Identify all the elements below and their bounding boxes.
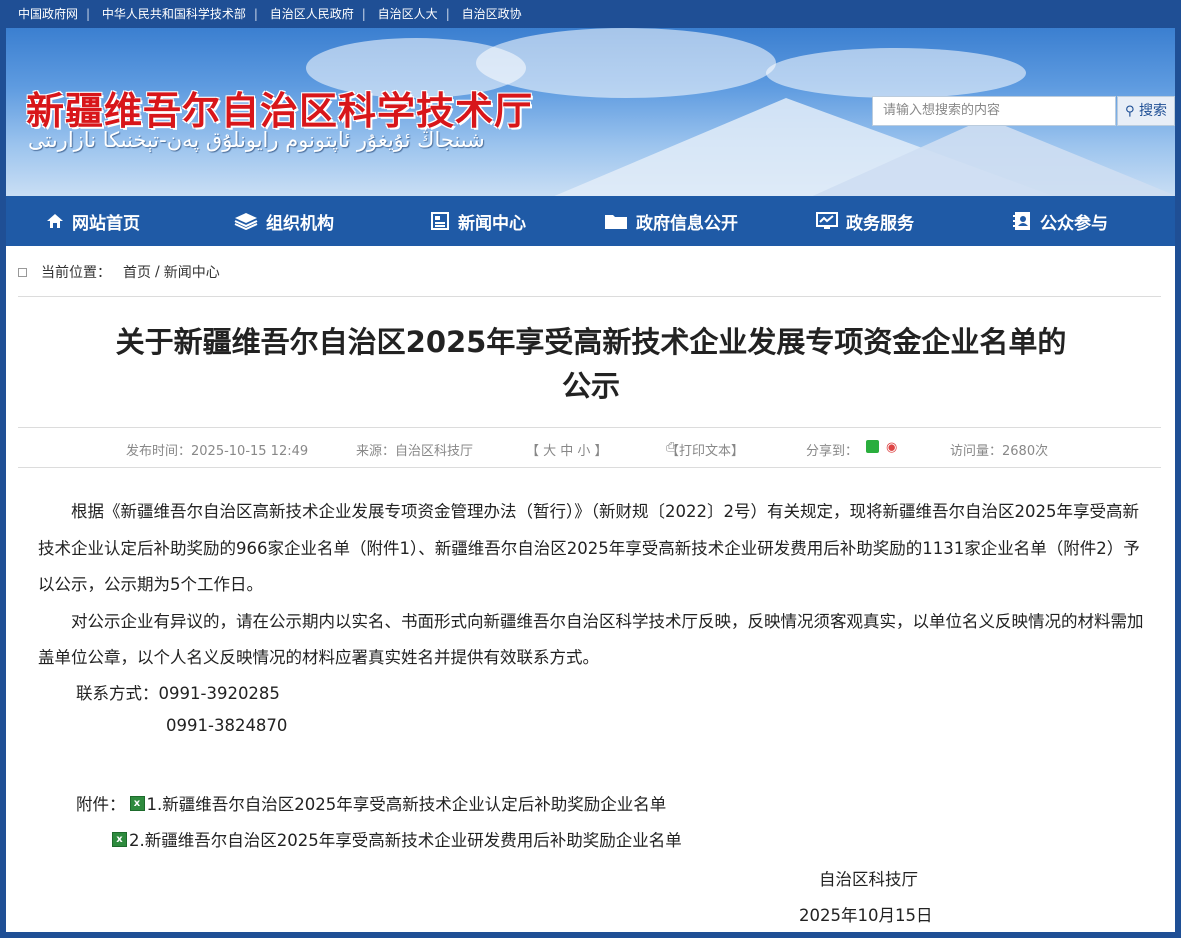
home-icon: [47, 214, 63, 228]
folder-icon: [605, 215, 627, 229]
weibo-share-icon[interactable]: ◉: [886, 440, 897, 455]
attachment-row-1: 附件： x 1.新疆维吾尔自治区2025年享受高新技术企业认定后补助奖励企业名单: [76, 791, 666, 815]
nav-label: 网站首页: [72, 213, 140, 234]
monitor-icon: [816, 212, 838, 229]
search-button-label: 搜索: [1138, 103, 1167, 119]
contact-book-icon: [1013, 212, 1030, 230]
nav-label: 组织机构: [266, 213, 334, 234]
nav-label: 政府信息公开: [636, 213, 738, 234]
attachment-row-2: x 2.新疆维吾尔自治区2025年享受高新技术企业研发费用后补助奖励企业名单: [112, 827, 682, 851]
site-title[interactable]: 新疆维吾尔自治区科学技术厅: [26, 80, 533, 135]
nav-item-news[interactable]: 新闻中心: [430, 196, 526, 246]
breadcrumb-home-link[interactable]: 首页: [123, 262, 151, 282]
publish-time: 发布时间：2025-10-15 12:49: [126, 444, 309, 459]
font-size-switcher[interactable]: 【 大 中 小 】: [526, 440, 608, 459]
share-label: 分享到：: [806, 444, 859, 459]
signature-date: 2025年10月15日: [799, 906, 933, 925]
main-nav: 网站首页 组织机构 新闻中心 政府信息公开 政务服务 公众参与: [6, 196, 1175, 246]
article-source: 来源：自治区科技厅: [356, 444, 474, 459]
divider: [18, 296, 1161, 297]
search-icon: ⚲: [1125, 104, 1135, 119]
nav-item-participation[interactable]: 公众参与: [1012, 196, 1108, 246]
divider: [18, 467, 1161, 468]
nav-item-gov-info[interactable]: 政府信息公开: [604, 196, 738, 246]
divider: [18, 427, 1161, 428]
top-link-gov[interactable]: 中国政府网: [18, 7, 78, 21]
header-banner: 新疆维吾尔自治区科学技术厅 شىنجاڭ ئۇيغۇر ئاپتونوم راي…: [6, 28, 1175, 196]
contact-label: 联系方式：: [76, 684, 159, 703]
banner-cloud: [766, 48, 1026, 98]
attachment-link-1[interactable]: 1.新疆维吾尔自治区2025年享受高新技术企业认定后补助奖励企业名单: [147, 791, 667, 815]
breadcrumb: 当前位置： 首页 / 新闻中心: [18, 262, 220, 282]
top-link-bar: 中国政府网 | 中华人民共和国科学技术部 | 自治区人民政府 | 自治区人大 | 自治区…: [6, 0, 1175, 28]
top-link-region-gov[interactable]: 自治区人民政府: [270, 7, 354, 21]
layers-icon: [234, 213, 258, 230]
breadcrumb-current-link[interactable]: 新闻中心: [164, 262, 220, 282]
attachment-label: 附件：: [76, 795, 126, 814]
excel-file-icon: x: [129, 795, 145, 811]
search-input[interactable]: 请输入想搜索的内容: [872, 96, 1116, 126]
signature-org: 自治区科技厅: [819, 870, 918, 889]
top-link-region-cppcc[interactable]: 自治区政协: [462, 7, 522, 21]
breadcrumb-marker-icon: [18, 267, 27, 277]
contact-line: 联系方式：0991-3920285: [76, 680, 280, 704]
nav-label: 政务服务: [846, 213, 914, 234]
search-button[interactable]: ⚲ 搜索: [1117, 96, 1175, 126]
paragraph: 根据《新疆维吾尔自治区高新技术企业发展专项资金管理办法（暂行）》（新财规〔202…: [38, 502, 1140, 594]
nav-item-home[interactable]: 网站首页: [46, 196, 140, 246]
nav-label: 新闻中心: [458, 213, 526, 234]
article-title-line: 关于新疆维吾尔自治区2025年享受高新技术企业发展专项资金企业名单的: [115, 325, 1067, 359]
phone-number: 0991-3920285: [158, 684, 280, 703]
article-title: 关于新疆维吾尔自治区2025年享受高新技术企业发展专项资金企业名单的 公示: [46, 320, 1136, 408]
nav-item-organization[interactable]: 组织机构: [234, 196, 334, 246]
top-link-most[interactable]: 中华人民共和国科学技术部: [102, 7, 246, 21]
article-body: 根据《新疆维吾尔自治区高新技术企业发展专项资金管理办法（暂行）》（新财规〔202…: [38, 494, 1148, 677]
attachment-link-2[interactable]: 2.新疆维吾尔自治区2025年享受高新技术企业研发费用后补助奖励企业名单: [129, 827, 682, 851]
banner-mountain: [786, 118, 1175, 196]
view-count: 访问量：2680次: [950, 444, 1049, 459]
paragraph: 对公示企业有异议的，请在公示期内以实名、书面形式向新疆维吾尔自治区科学技术厅反映…: [38, 611, 1144, 668]
page-frame: 中国政府网 | 中华人民共和国科学技术部 | 自治区人民政府 | 自治区人大 | 自治区…: [6, 0, 1175, 932]
nav-label: 公众参与: [1040, 213, 1108, 234]
breadcrumb-separator: /: [155, 264, 160, 280]
nav-item-services[interactable]: 政务服务: [816, 196, 914, 246]
phone-number-2: 0991-3824870: [166, 716, 288, 735]
site-subtitle-uyghur: شىنجاڭ ئۇيغۇر ئاپتونوم رايونلۇق پەن-تېخن…: [28, 128, 485, 152]
excel-file-icon: x: [112, 831, 127, 847]
news-icon: [431, 212, 449, 230]
article-title-line: 公示: [561, 369, 620, 403]
breadcrumb-label: 当前位置：: [41, 265, 111, 281]
top-link-region-npc[interactable]: 自治区人大: [378, 7, 438, 21]
